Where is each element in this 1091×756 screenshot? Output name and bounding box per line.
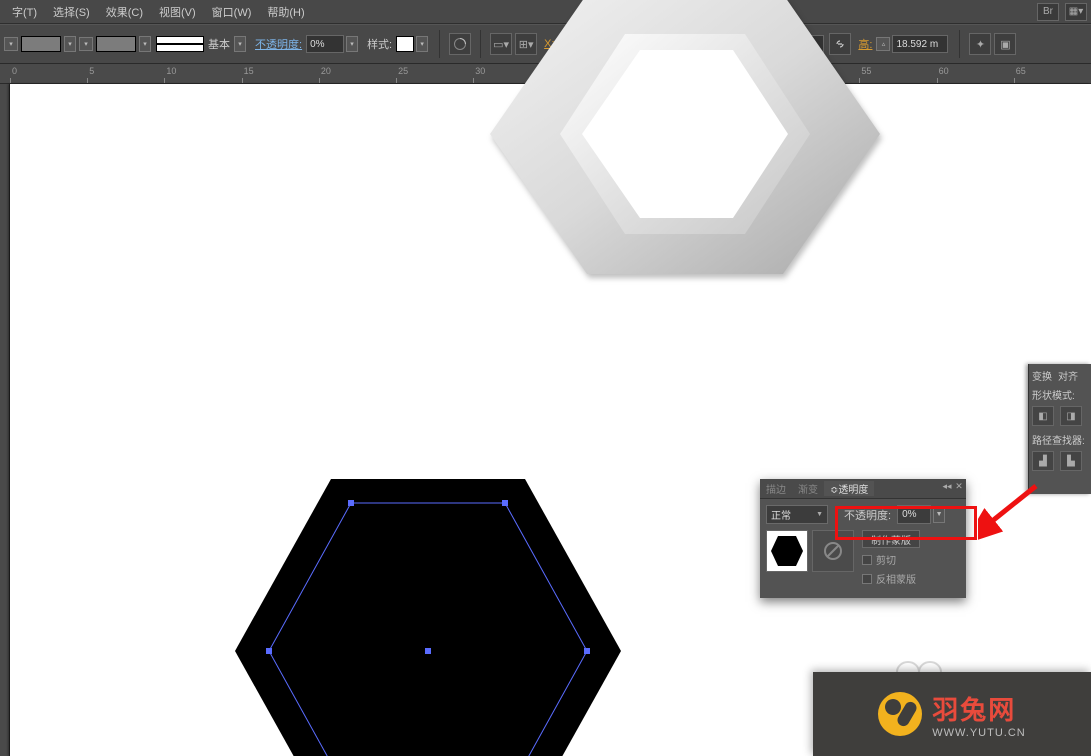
transform-panel-icon[interactable]: ⊞▾ <box>515 33 537 55</box>
black-hexagon-shape[interactable] <box>235 479 621 756</box>
menu-bar: 字(T) 选择(S) 效果(C) 视图(V) 窗口(W) 帮助(H) Br ▦▾ <box>0 0 1091 24</box>
panel-opacity-label: 不透明度: <box>842 507 893 523</box>
w-label: 宽: <box>732 36 750 52</box>
tab-stroke[interactable]: 描边 <box>760 481 792 496</box>
stroke-preview[interactable] <box>156 36 204 52</box>
shapemode-unite-icon[interactable]: ◧ <box>1032 406 1054 426</box>
w-stepper[interactable]: ▵ <box>752 37 766 51</box>
menu-help[interactable]: 帮助(H) <box>259 4 312 20</box>
tab-gradient[interactable]: 渐变 <box>792 481 824 496</box>
stroke-swatch-dd[interactable]: ▾ <box>139 36 151 52</box>
edit-clip-icon[interactable]: ▣ <box>994 33 1016 55</box>
shapemode-minus-icon[interactable]: ◨ <box>1060 406 1082 426</box>
dock-tab-transform[interactable]: 变换 <box>1032 368 1052 383</box>
fill-swatch[interactable] <box>21 36 61 52</box>
stroke-profile-dd[interactable]: ▾ <box>234 36 246 52</box>
make-mask-button[interactable]: 制作蒙版 <box>862 530 920 548</box>
panel-opacity-value: 0% <box>902 509 916 520</box>
isolate-icon[interactable]: ✦ <box>969 33 991 55</box>
panel-collapse-icon[interactable]: ◂◂ <box>942 481 952 491</box>
menu-select[interactable]: 选择(S) <box>45 4 98 20</box>
panel-tabbar: 描边 渐变 ≎透明度 ◂◂ ✕ <box>760 479 966 499</box>
h-label: 高: <box>856 36 874 52</box>
link-wh-icon[interactable] <box>829 33 851 55</box>
stroke-swatch[interactable] <box>96 36 136 52</box>
x-field[interactable]: 16.753 m <box>575 35 631 53</box>
watermark-url: WWW.YUTU.CN <box>932 727 1025 739</box>
pathfinder-label: 路径查找器: <box>1032 432 1088 447</box>
fill-none-icon[interactable]: ▾ <box>4 37 18 51</box>
clip-label: 剪切 <box>876 552 896 567</box>
clip-checkbox[interactable]: 剪切 <box>862 552 920 567</box>
tab-transparency[interactable]: ≎透明度 <box>824 481 874 496</box>
watermark: 羽兔网 WWW.YUTU.CN <box>813 672 1091 756</box>
menu-effect[interactable]: 效果(C) <box>98 4 151 20</box>
stage: 变换 对齐 形状模式: ◧ ◨ 路径查找器: ▟ ▙ 描边 渐变 ≎透明度 ◂◂… <box>0 84 1091 756</box>
opacity-dd[interactable]: ▾ <box>346 36 358 52</box>
mask-thumb[interactable] <box>812 530 854 572</box>
pathfinder-trim-icon[interactable]: ▙ <box>1060 451 1082 471</box>
y-stepper[interactable]: ▵ <box>653 37 667 51</box>
vertical-ruler <box>0 84 10 756</box>
menu-view[interactable]: 视图(V) <box>151 4 204 20</box>
stroke-none-icon[interactable]: ▾ <box>79 37 93 51</box>
invert-mask-checkbox[interactable]: 反相蒙版 <box>862 571 920 586</box>
blend-mode-value: 正常 <box>771 507 791 522</box>
x-label: X: <box>542 38 556 50</box>
align-panel-icon[interactable]: ▭▾ <box>490 33 512 55</box>
style-swatch[interactable] <box>396 36 414 52</box>
control-bar: ▾ ▾ ▾ ▾ 基本 ▾ 不透明度: 0% ▾ 样式: ▾ ▭▾ ⊞▾ X: ▵… <box>0 24 1091 64</box>
watermark-logo-icon <box>878 692 922 736</box>
style-dd[interactable]: ▾ <box>416 36 428 52</box>
h-field[interactable]: 18.592 m <box>892 35 948 53</box>
opacity-label[interactable]: 不透明度: <box>253 36 304 52</box>
panel-opacity-dd[interactable]: ▼ <box>933 507 945 523</box>
menu-window[interactable]: 窗口(W) <box>204 4 260 20</box>
arrange-docs-icon[interactable]: ▦▾ <box>1065 3 1087 21</box>
shape-mode-label: 形状模式: <box>1032 387 1088 402</box>
horizontal-ruler: 0510152025303540455055606570 <box>0 64 1091 84</box>
pathfinder-dock: 变换 对齐 形状模式: ◧ ◨ 路径查找器: ▟ ▙ <box>1028 364 1091 494</box>
transparency-panel: 描边 渐变 ≎透明度 ◂◂ ✕ 正常▼ 不透明度: 0% ▼ <box>760 479 966 598</box>
dock-tab-align[interactable]: 对齐 <box>1058 368 1078 383</box>
invert-label: 反相蒙版 <box>876 571 916 586</box>
opacity-thumb[interactable] <box>766 530 808 572</box>
recolor-icon[interactable] <box>449 33 471 55</box>
y-label: Y: <box>638 38 652 50</box>
opacity-field[interactable]: 0% <box>306 35 344 53</box>
y-field[interactable]: 139.288 <box>669 35 725 53</box>
blend-mode-combo[interactable]: 正常▼ <box>766 505 828 524</box>
menu-type[interactable]: 字(T) <box>4 4 45 20</box>
panel-opacity-field[interactable]: 0% <box>897 505 931 524</box>
stroke-basic-label: 基本 <box>206 36 232 52</box>
panel-close-icon[interactable]: ✕ <box>954 481 964 491</box>
fill-swatch-dd[interactable]: ▾ <box>64 36 76 52</box>
watermark-name: 羽兔网 <box>932 690 1025 727</box>
x-stepper[interactable]: ▵ <box>559 37 573 51</box>
w-field[interactable]: 21.469 m <box>768 35 824 53</box>
pathfinder-divide-icon[interactable]: ▟ <box>1032 451 1054 471</box>
h-stepper[interactable]: ▵ <box>876 37 890 51</box>
style-label: 样式: <box>365 36 394 52</box>
bridge-icon[interactable]: Br <box>1037 3 1059 21</box>
